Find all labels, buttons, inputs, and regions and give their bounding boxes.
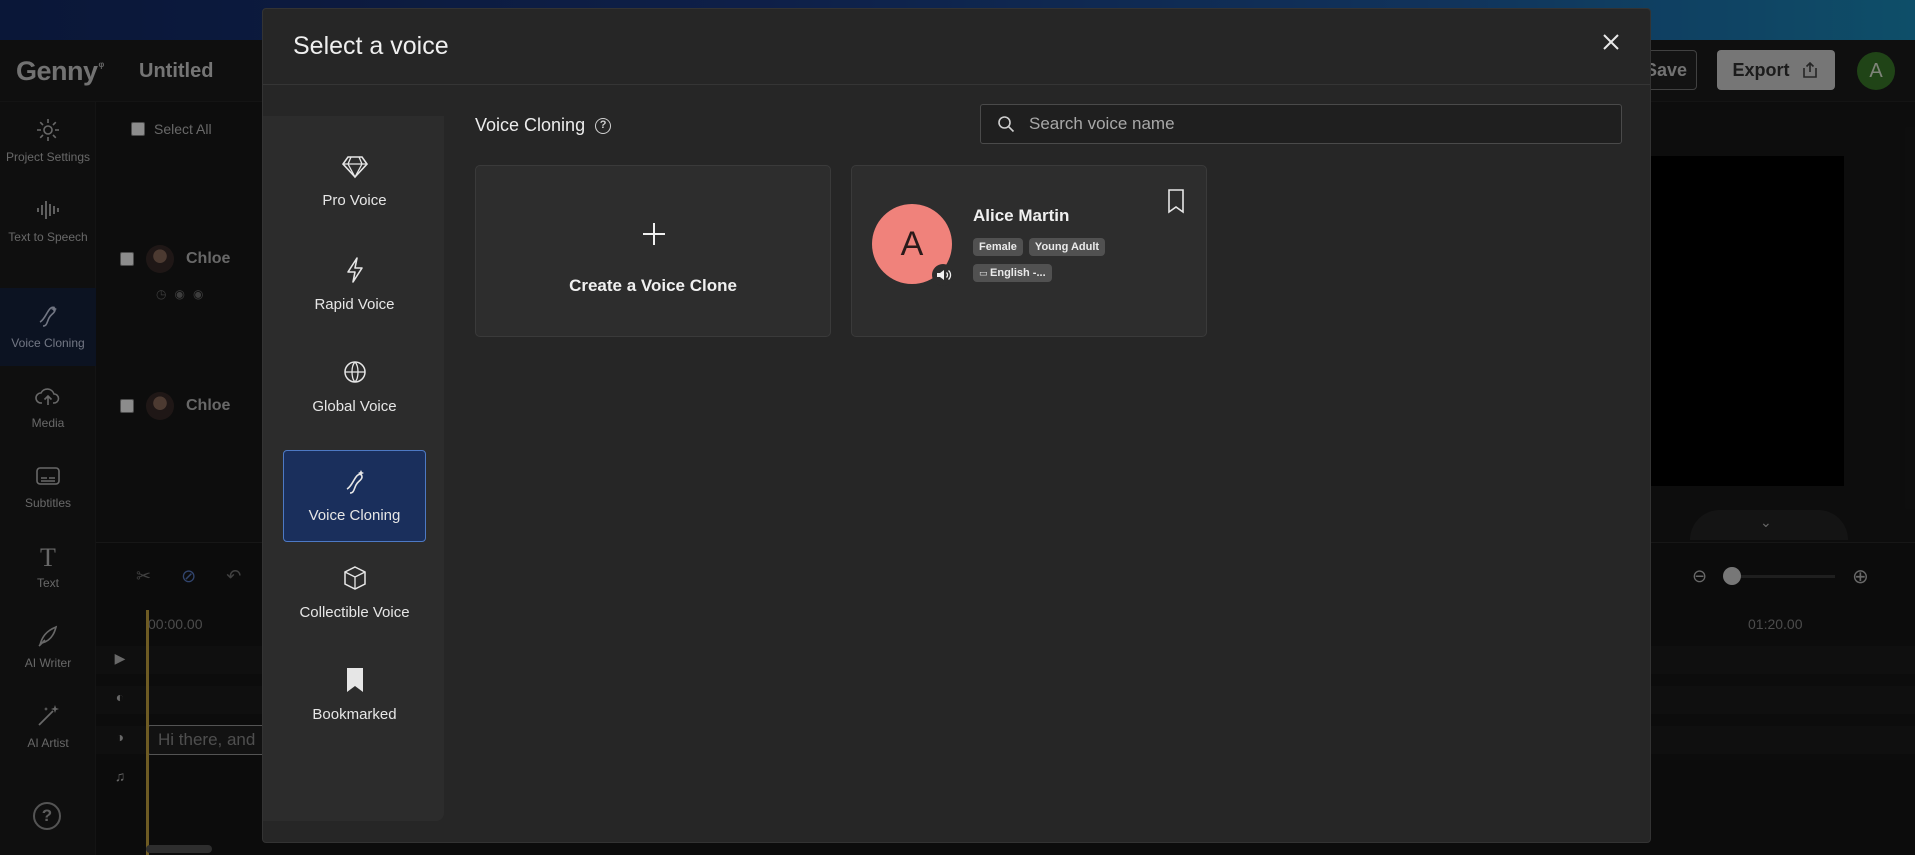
nav-rapid-voice[interactable]: Rapid Voice xyxy=(283,240,426,332)
voice-category-nav: Pro Voice Rapid Voice Global Voice Voice… xyxy=(263,116,444,821)
select-voice-modal: Select a voice Pro Voice Rapid Voice Glo… xyxy=(262,8,1651,843)
section-title: Voice Cloning ? xyxy=(475,115,612,136)
help-icon[interactable]: ? xyxy=(595,117,612,134)
voice-clone-icon xyxy=(346,470,364,494)
nav-global-voice[interactable]: Global Voice xyxy=(283,342,426,434)
voice-language-tags: ▭ English -... xyxy=(973,264,1052,282)
nav-pro-voice[interactable]: Pro Voice xyxy=(283,138,426,230)
nav-label: Rapid Voice xyxy=(314,296,395,313)
nav-label: Voice Cloning xyxy=(308,507,401,524)
voice-name: Alice Martin xyxy=(973,206,1070,225)
speaker-badge[interactable] xyxy=(932,264,954,286)
flag-icon: ▭ xyxy=(979,268,991,278)
search-input[interactable] xyxy=(1029,114,1589,134)
lightning-icon xyxy=(346,257,363,283)
nav-label: Global Voice xyxy=(312,398,397,415)
nav-label: Collectible Voice xyxy=(299,604,410,621)
section-title-label: Voice Cloning xyxy=(475,115,586,135)
cube-icon xyxy=(343,566,366,590)
age-tag: Young Adult xyxy=(1028,238,1106,256)
nav-collectible-voice[interactable]: Collectible Voice xyxy=(283,548,426,640)
voice-tags: Female Young Adult xyxy=(973,238,1106,256)
modal-title: Select a voice xyxy=(293,32,449,60)
create-voice-clone-card[interactable]: Create a Voice Clone xyxy=(475,165,831,337)
gender-tag: Female xyxy=(973,238,1023,256)
search-box[interactable] xyxy=(980,104,1622,144)
nav-bookmarked[interactable]: Bookmarked xyxy=(283,650,426,742)
globe-translate-icon xyxy=(343,361,366,383)
plus-icon xyxy=(643,223,665,245)
diamond-icon xyxy=(341,156,368,179)
bookmark-outline-icon[interactable] xyxy=(1166,188,1186,214)
language-tag: ▭ English -... xyxy=(973,264,1052,282)
search-icon xyxy=(998,116,1015,133)
voice-card[interactable]: A Alice Martin Female Young Adult ▭ Engl… xyxy=(851,165,1207,337)
nav-label: Pro Voice xyxy=(322,192,387,209)
nav-label: Bookmarked xyxy=(312,706,397,723)
speaker-icon xyxy=(937,270,952,280)
language-tag-label: English -... xyxy=(990,267,1046,279)
modal-header: Select a voice xyxy=(263,9,1650,85)
close-icon[interactable] xyxy=(1598,29,1624,55)
nav-voice-cloning[interactable]: Voice Cloning xyxy=(283,450,426,542)
create-voice-clone-label: Create a Voice Clone xyxy=(569,276,737,295)
bookmark-icon xyxy=(346,668,363,692)
